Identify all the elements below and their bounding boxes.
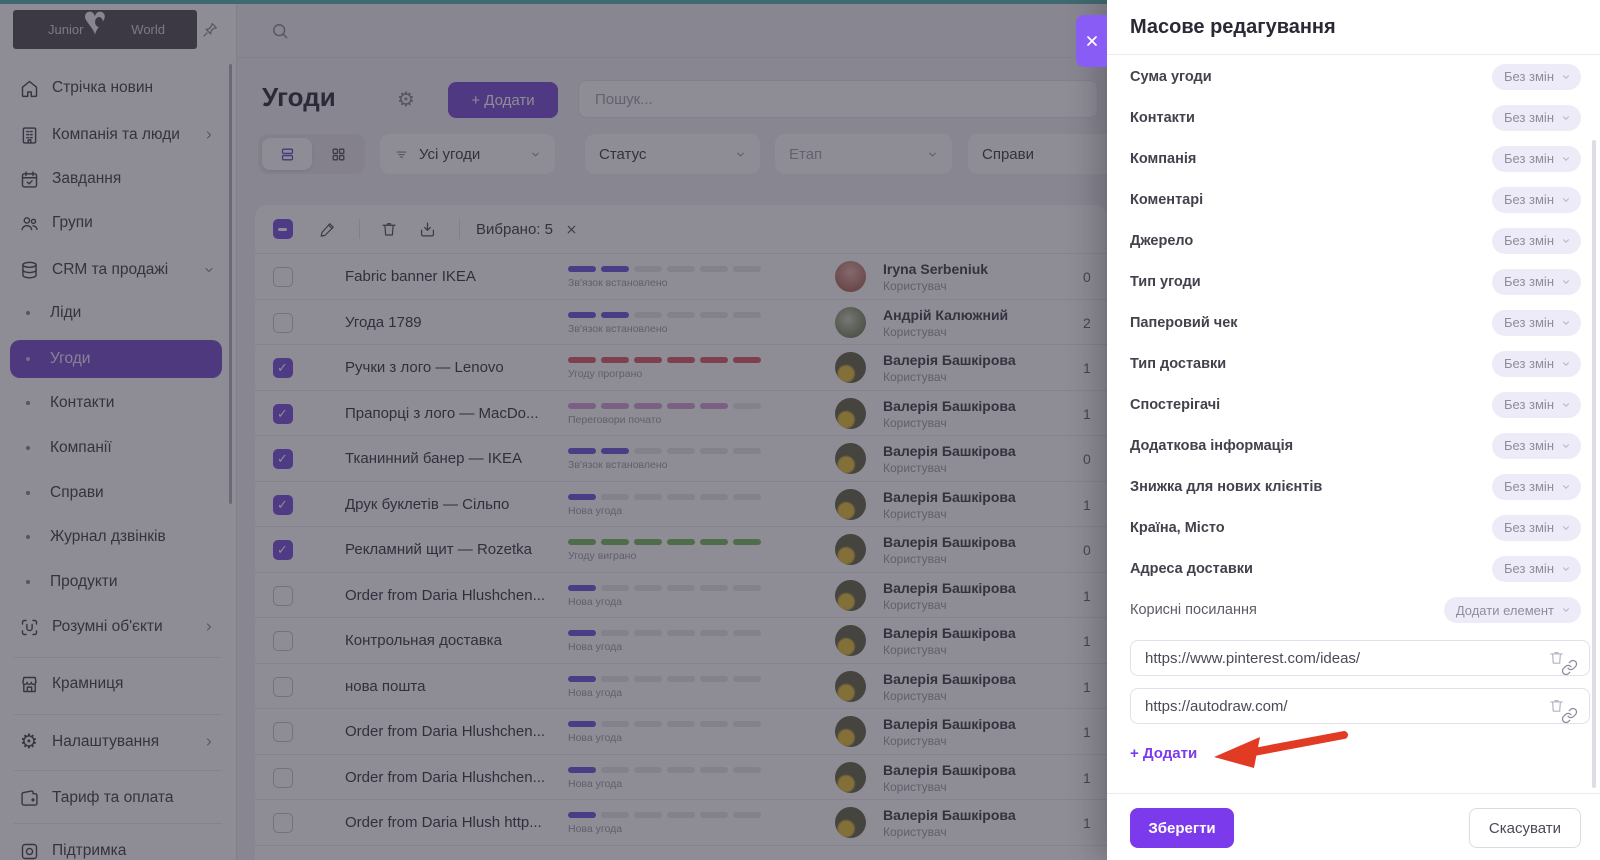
panel-field: Компанія Без змін — [1107, 138, 1600, 179]
field-value-dropdown[interactable]: Без змін — [1491, 104, 1581, 131]
panel-field: Сума угоди Без змін — [1107, 56, 1600, 97]
panel-field: Додаткова інформація Без змін — [1107, 425, 1600, 466]
chevron-down-icon — [1561, 359, 1571, 369]
field-label: Країна, Місто — [1130, 519, 1225, 536]
field-label: Тип угоди — [1130, 273, 1201, 290]
panel-title: Масове редагування — [1130, 16, 1336, 38]
panel-scrollbar[interactable] — [1592, 140, 1596, 788]
links-action-dropdown[interactable]: Додати елемент — [1443, 597, 1581, 623]
divider — [1107, 793, 1600, 794]
chevron-down-icon — [1561, 277, 1571, 287]
divider — [1107, 54, 1600, 55]
chevron-down-icon — [1561, 482, 1571, 492]
panel-field: Контакти Без змін — [1107, 97, 1600, 138]
field-value: Без змін — [1503, 192, 1554, 207]
field-label: Сума угоди — [1130, 68, 1212, 85]
field-value-dropdown[interactable]: Без змін — [1491, 63, 1581, 90]
field-value-dropdown[interactable]: Без змін — [1491, 514, 1581, 541]
red-arrow-annotation — [1214, 731, 1348, 768]
chevron-down-icon — [1561, 154, 1571, 164]
field-value: Без змін — [1503, 274, 1554, 289]
delete-link-icon[interactable] — [1548, 697, 1565, 714]
field-value-dropdown[interactable]: Без змін — [1491, 268, 1581, 295]
chevron-down-icon — [1561, 113, 1571, 123]
field-value-dropdown[interactable]: Без змін — [1491, 309, 1581, 336]
panel-fields: Сума угоди Без змін Контакти Без змін Ко… — [1107, 56, 1600, 589]
field-label: Адреса доставки — [1130, 560, 1253, 577]
chevron-down-icon — [1561, 72, 1571, 82]
panel-field: Знижка для нових клієнтів Без змін — [1107, 466, 1600, 507]
panel-field: Адреса доставки Без змін — [1107, 548, 1600, 589]
links-action-value: Додати елемент — [1455, 602, 1554, 618]
field-label: Контакти — [1130, 109, 1195, 126]
link-row — [1130, 640, 1590, 676]
link-url-input[interactable] — [1130, 640, 1590, 676]
panel-field: Джерело Без змін — [1107, 220, 1600, 261]
field-value: Без змін — [1503, 315, 1554, 330]
field-value: Без змін — [1503, 479, 1554, 494]
modal-dim-overlay[interactable] — [0, 0, 1107, 860]
field-value-dropdown[interactable]: Без змін — [1491, 145, 1581, 172]
links-field: Корисні посилання Додати елемент — [1107, 589, 1600, 631]
field-value: Без змін — [1503, 69, 1554, 84]
field-value: Без змін — [1503, 151, 1554, 166]
field-label: Спостерігачі — [1130, 396, 1221, 413]
field-label: Коментарі — [1130, 191, 1204, 208]
chevron-down-icon — [1561, 605, 1571, 615]
field-label: Знижка для нових клієнтів — [1130, 478, 1323, 495]
field-value-dropdown[interactable]: Без змін — [1491, 227, 1581, 254]
panel-field: Країна, Місто Без змін — [1107, 507, 1600, 548]
close-panel-button[interactable] — [1076, 15, 1107, 67]
add-link-button[interactable]: + Додати — [1130, 745, 1197, 762]
cancel-button[interactable]: Скасувати — [1469, 808, 1581, 848]
link-url-input[interactable] — [1130, 688, 1590, 724]
field-value-dropdown[interactable]: Без змін — [1491, 555, 1581, 582]
chevron-down-icon — [1561, 195, 1571, 205]
chevron-down-icon — [1561, 318, 1571, 328]
field-value: Без змін — [1503, 233, 1554, 248]
save-button[interactable]: Зберегти — [1130, 808, 1234, 848]
field-label: Компанія — [1130, 150, 1197, 167]
field-value-dropdown[interactable]: Без змін — [1491, 432, 1581, 459]
field-value: Без змін — [1503, 110, 1554, 125]
links-field-label: Корисні посилання — [1130, 602, 1257, 618]
field-label: Додаткова інформація — [1130, 437, 1294, 454]
panel-field: Коментарі Без змін — [1107, 179, 1600, 220]
field-value-dropdown[interactable]: Без змін — [1491, 350, 1581, 377]
delete-link-icon[interactable] — [1548, 649, 1565, 666]
chevron-down-icon — [1561, 236, 1571, 246]
panel-field: Тип доставки Без змін — [1107, 343, 1600, 384]
chevron-down-icon — [1561, 400, 1571, 410]
field-value: Без змін — [1503, 438, 1554, 453]
chevron-down-icon — [1561, 523, 1571, 533]
field-label: Паперовий чек — [1130, 314, 1238, 331]
field-value-dropdown[interactable]: Без змін — [1491, 473, 1581, 500]
field-label: Тип доставки — [1130, 355, 1227, 372]
panel-field: Паперовий чек Без змін — [1107, 302, 1600, 343]
field-label: Джерело — [1130, 232, 1194, 249]
field-value: Без змін — [1503, 520, 1554, 535]
bulk-edit-panel: Масове редагування Сума угоди Без змін К… — [1107, 0, 1600, 860]
field-value: Без змін — [1503, 356, 1554, 371]
field-value: Без змін — [1503, 561, 1554, 576]
field-value-dropdown[interactable]: Без змін — [1491, 186, 1581, 213]
panel-field: Спостерігачі Без змін — [1107, 384, 1600, 425]
chevron-down-icon — [1561, 441, 1571, 451]
app-root: Junior ♥ World Стрічка новин Компанія та… — [0, 0, 1600, 860]
field-value: Без змін — [1503, 397, 1554, 412]
field-value-dropdown[interactable]: Без змін — [1491, 391, 1581, 418]
panel-field: Тип угоди Без змін — [1107, 261, 1600, 302]
chevron-down-icon — [1561, 564, 1571, 574]
link-row — [1130, 688, 1590, 724]
